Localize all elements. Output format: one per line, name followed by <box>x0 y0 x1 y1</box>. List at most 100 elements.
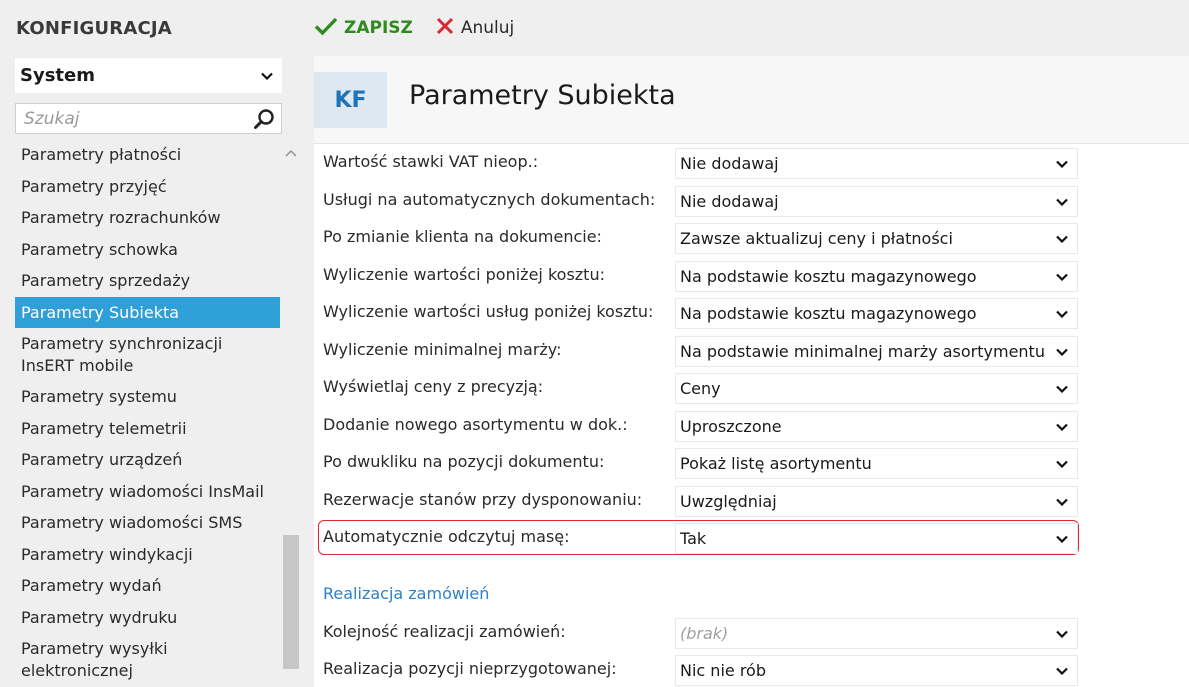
setting-row: Usługi na automatycznych dokumentach: Nie… <box>314 183 1189 220</box>
setting-value: Nic nie rób <box>680 661 766 680</box>
chevron-down-icon <box>1047 487 1077 516</box>
setting-label: Wyliczenie minimalnej marży: <box>323 340 562 359</box>
setting-value: Uwzględniaj <box>680 492 777 511</box>
module-select[interactable]: System <box>15 58 282 93</box>
setting-row: Wartość stawki VAT nieop.: Nie dodawaj <box>314 145 1189 182</box>
chevron-down-icon <box>1047 299 1077 328</box>
toolbar: ZAPISZ Anuluj <box>314 0 536 55</box>
setting-label: Automatycznie odczytuj masę: <box>323 527 570 546</box>
setting-label: Po dwukliku na pozycji dokumentu: <box>323 452 605 471</box>
sidebar-item[interactable]: Parametry urządzeń <box>15 444 280 476</box>
sidebar-title: KONFIGURACJA <box>16 18 172 39</box>
sidebar-item[interactable]: Parametry przyjęć <box>15 171 280 203</box>
setting-row: Wyliczenie minimalnej marży: Na podstawie… <box>314 333 1189 370</box>
setting-dropdown[interactable]: Na podstawie kosztu magazynowego <box>675 261 1078 292</box>
search-input[interactable] <box>16 104 247 133</box>
chevron-down-icon <box>1047 224 1077 253</box>
section-title: Realizacja zamówień <box>323 584 490 603</box>
setting-dropdown[interactable]: Nie dodawaj <box>675 148 1078 179</box>
setting-dropdown[interactable]: Ceny <box>675 373 1078 404</box>
sidebar-item[interactable]: Parametry telemetrii <box>15 413 280 445</box>
page-title: Parametry Subiekta <box>409 80 676 111</box>
sidebar-nav: Parametry płatności Parametry przyjęć Para… <box>15 139 280 686</box>
setting-label: Wyświetlaj ceny z precyzją: <box>323 377 544 396</box>
setting-dropdown[interactable]: Na podstawie minimalnej marży asortyment… <box>675 336 1078 367</box>
chevron-down-icon <box>1047 412 1077 441</box>
save-button[interactable]: ZAPISZ <box>314 16 413 40</box>
setting-dropdown[interactable]: Uwzględniaj <box>675 486 1078 517</box>
setting-dropdown[interactable]: Uproszczone <box>675 411 1078 442</box>
chevron-down-icon <box>1047 619 1077 648</box>
setting-label: Dodanie nowego asortymentu w dok.: <box>323 415 628 434</box>
setting-value: Tak <box>680 529 707 548</box>
setting-dropdown[interactable]: Nic nie rób <box>675 655 1078 686</box>
sidebar: KONFIGURACJA System Parametry płatnościP… <box>0 0 300 687</box>
cancel-button-label: Anuluj <box>460 17 515 38</box>
sidebar-item[interactable]: Parametry windykacji <box>15 539 280 571</box>
page-header: KF Parametry Subiekta <box>314 56 1189 144</box>
setting-label: Kolejność realizacji zamówień: <box>323 622 566 641</box>
setting-value: Zawsze aktualizuj ceny i płatności <box>680 229 953 248</box>
settings-panel: KF Parametry Subiekta Realizacja zamówie… <box>314 56 1189 687</box>
sidebar-item[interactable]: Parametry wiadomości SMS <box>15 507 280 539</box>
setting-value: (brak) <box>680 624 729 643</box>
setting-label: Usługi na automatycznych dokumentach: <box>323 190 656 209</box>
setting-value: Nie dodawaj <box>680 192 779 211</box>
x-icon <box>435 16 455 40</box>
save-button-label: ZAPISZ <box>344 17 413 38</box>
sidebar-item[interactable]: Parametry wydruku <box>15 602 280 634</box>
chevron-down-icon <box>1047 262 1077 291</box>
setting-value: Nie dodawaj <box>680 154 779 173</box>
scrollbar-thumb[interactable] <box>283 535 299 669</box>
setting-row: Dodanie nowego asortymentu w dok.: Uprosz… <box>314 408 1189 445</box>
chevron-down-icon <box>1047 337 1077 366</box>
setting-row: Po dwukliku na pozycji dokumentu: Pokaż l… <box>314 445 1189 482</box>
sidebar-item[interactable]: Parametry płatności <box>15 139 280 171</box>
chevron-down-icon <box>252 58 282 93</box>
setting-value: Pokaż listę asortymentu <box>680 454 872 473</box>
setting-value: Na podstawie minimalnej marży asortyment… <box>680 342 1045 361</box>
chevron-up-icon[interactable] <box>282 145 300 161</box>
sidebar-item[interactable]: Parametry wydań <box>15 570 280 602</box>
search-icon[interactable] <box>247 104 281 133</box>
sidebar-item[interactable]: Parametry wiadomości InsMail <box>15 476 280 508</box>
setting-row: Realizacja pozycji nieprzygotowanej: Nic … <box>314 652 1189 687</box>
setting-label: Realizacja pozycji nieprzygotowanej: <box>323 659 617 678</box>
module-badge: KF <box>314 72 387 128</box>
setting-value: Ceny <box>680 379 721 398</box>
setting-label: Wyliczenie wartości usług poniżej kosztu… <box>323 302 654 321</box>
sidebar-item[interactable]: Parametry sprzedaży <box>15 265 280 297</box>
module-select-value: System <box>20 65 95 86</box>
setting-dropdown[interactable]: Nie dodawaj <box>675 186 1078 217</box>
sidebar-item[interactable]: Parametry systemu <box>15 381 280 413</box>
setting-value: Uproszczone <box>680 417 782 436</box>
sidebar-item[interactable]: Parametry Subiekta <box>15 296 280 328</box>
sidebar-item[interactable]: Parametry rozrachunków <box>15 202 280 234</box>
setting-label: Po zmianie klienta na dokumencie: <box>323 227 602 246</box>
setting-row: Wyliczenie wartości poniżej kosztu: Na po… <box>314 258 1189 295</box>
setting-row: Rezerwacje stanów przy dysponowaniu: Uwzg… <box>314 483 1189 520</box>
setting-value: Na podstawie kosztu magazynowego <box>680 304 977 323</box>
setting-dropdown[interactable]: Zawsze aktualizuj ceny i płatności <box>675 223 1078 254</box>
sidebar-item[interactable]: Parametry schowka <box>15 234 280 266</box>
setting-row: Wyliczenie wartości usług poniżej kosztu… <box>314 295 1189 332</box>
sidebar-item[interactable]: Parametry synchronizacji InsERT mobile <box>15 328 280 381</box>
setting-row: Automatycznie odczytuj masę: Tak <box>314 520 1189 557</box>
cancel-button[interactable]: Anuluj <box>435 16 514 40</box>
setting-dropdown[interactable]: Pokaż listę asortymentu <box>675 448 1078 479</box>
setting-dropdown[interactable]: Na podstawie kosztu magazynowego <box>675 298 1078 329</box>
chevron-down-icon <box>1047 656 1077 685</box>
checkmark-icon <box>314 16 338 40</box>
scrollbar[interactable] <box>282 139 300 687</box>
setting-row: Po zmianie klienta na dokumencie: Zawsze … <box>314 220 1189 257</box>
setting-label: Rezerwacje stanów przy dysponowaniu: <box>323 490 643 509</box>
chevron-down-icon <box>1047 449 1077 478</box>
setting-dropdown[interactable]: (brak) <box>675 618 1078 649</box>
setting-label: Wartość stawki VAT nieop.: <box>323 152 539 171</box>
setting-dropdown[interactable]: Tak <box>675 523 1078 554</box>
search-box <box>15 103 282 134</box>
sidebar-item[interactable]: Parametry wysyłki elektronicznej <box>15 633 280 686</box>
setting-row: Kolejność realizacji zamówień: (brak) <box>314 615 1189 652</box>
setting-row: Wyświetlaj ceny z precyzją: Ceny <box>314 370 1189 407</box>
chevron-down-icon <box>1047 524 1077 553</box>
